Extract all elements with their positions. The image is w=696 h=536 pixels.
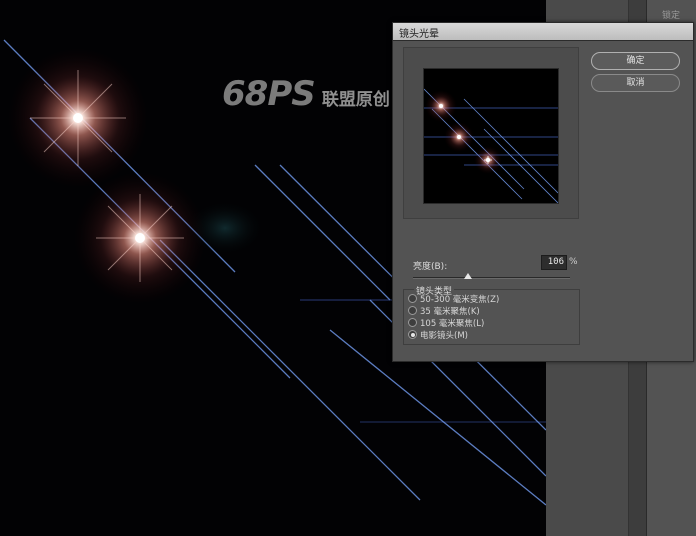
brightness-input[interactable]: 106: [541, 255, 567, 270]
brightness-unit: %: [569, 257, 578, 267]
lens-flare-2: [74, 172, 206, 304]
lock-label: 锁定: [662, 11, 681, 21]
brightness-slider-thumb[interactable]: [463, 273, 472, 279]
flare-preview[interactable]: [423, 68, 559, 204]
radio-icon[interactable]: [408, 318, 417, 327]
dialog-titlebar[interactable]: 镜头光晕: [393, 23, 693, 41]
cancel-button[interactable]: 取消: [591, 74, 680, 92]
radio-icon[interactable]: [408, 294, 417, 303]
brightness-slider[interactable]: [413, 273, 570, 279]
lens-option-movie-prime[interactable]: 电影镜头(M): [408, 330, 468, 342]
radio-icon[interactable]: [408, 306, 417, 315]
radio-icon[interactable]: [408, 330, 417, 339]
brightness-label: 亮度(B):: [413, 262, 448, 272]
watermark-subtitle: 联盟原创: [321, 90, 390, 110]
lens-type-group: 镜头类型 50-300 毫米变焦(Z) 35 毫米聚焦(K) 105 毫米聚焦(…: [403, 284, 580, 345]
lens-flare-1: [8, 48, 148, 188]
preview-frame: [403, 47, 579, 219]
lens-option-35mm[interactable]: 35 毫米聚焦(K): [408, 306, 480, 318]
ok-button[interactable]: 确定: [591, 52, 680, 70]
lens-flare-dialog: 镜头光晕 确定 取消 亮度(B): 106 % 镜头类型 50-300 毫米变焦…: [392, 22, 694, 362]
lens-option-zoom[interactable]: 50-300 毫米变焦(Z): [408, 294, 499, 306]
preview-artwork: [424, 88, 558, 203]
dialog-title: 镜头光晕: [399, 29, 439, 40]
watermark-brand: 68PS: [222, 74, 316, 114]
watermark: 68PS 联盟原创: [222, 74, 390, 114]
lens-option-105mm[interactable]: 105 毫米聚焦(L): [408, 318, 484, 330]
